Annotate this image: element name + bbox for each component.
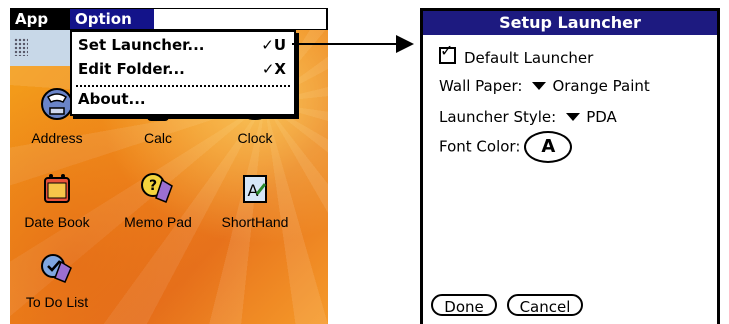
app-memopad[interactable]: ? Memo Pad	[113, 168, 203, 230]
svg-text:A: A	[248, 181, 259, 200]
menu-bar-empty	[154, 9, 328, 29]
dialog-title: Setup Launcher	[423, 11, 717, 35]
todo-icon	[41, 254, 72, 283]
app-datebook[interactable]: Date Book	[12, 168, 102, 230]
checkmark-icon: ✓	[440, 41, 454, 60]
datebook-icon	[44, 174, 70, 203]
grip-icon	[14, 38, 28, 56]
shortcut-edit-folder: ✓X	[261, 60, 286, 78]
app-label: Calc	[143, 130, 172, 146]
launcher-style-label: Launcher Style:	[439, 108, 557, 126]
launcher-style-value[interactable]: PDA	[586, 108, 617, 126]
app-label: Clock	[237, 130, 273, 146]
wallpaper-dropdown-arrow-icon[interactable]	[532, 82, 547, 90]
category-strip	[10, 30, 73, 66]
menu-separator	[76, 85, 290, 87]
svg-text:?: ?	[149, 178, 157, 194]
shorthand-icon: A	[243, 175, 267, 203]
done-button[interactable]: Done	[431, 294, 497, 316]
wallpaper-row: Wall Paper: Orange Paint	[439, 77, 650, 95]
shortcut-set-launcher: ✓U	[261, 36, 286, 54]
pointer-arrow-icon	[292, 35, 414, 53]
default-launcher-label: Default Launcher	[464, 49, 594, 67]
menu-app[interactable]: App	[10, 9, 70, 29]
cancel-button[interactable]: Cancel	[507, 294, 583, 316]
launcher-style-row: Launcher Style: PDA	[439, 108, 617, 126]
app-label: Address	[31, 130, 83, 146]
default-launcher-checkbox[interactable]: ✓	[439, 43, 456, 64]
menu-item-edit-folder[interactable]: Edit Folder...	[78, 60, 185, 78]
app-label: To Do List	[25, 294, 89, 310]
font-color-row: Font Color: A	[439, 131, 573, 163]
memopad-icon: ?	[141, 173, 173, 203]
menu-bar: App Option	[10, 8, 328, 30]
app-todo[interactable]: To Do List	[12, 248, 102, 310]
app-label: Date Book	[24, 214, 90, 230]
default-launcher-row[interactable]: ✓ Default Launcher	[439, 43, 594, 67]
menu-item-about[interactable]: About...	[78, 90, 146, 108]
wallpaper-value[interactable]: Orange Paint	[552, 77, 649, 95]
menu-item-set-launcher[interactable]: Set Launcher...	[78, 36, 205, 54]
launcher-style-dropdown-arrow-icon[interactable]	[566, 113, 581, 121]
app-label: Memo Pad	[124, 214, 192, 230]
launcher-screen: App Option Address Calc Clock Date Book …	[10, 8, 328, 324]
setup-launcher-dialog: Setup Launcher ✓ Default Launcher Wall Pa…	[420, 8, 720, 324]
app-label: ShortHand	[221, 214, 289, 230]
option-menu-dropdown: Set Launcher... ✓U Edit Folder... ✓X Abo…	[70, 30, 296, 116]
app-shorthand[interactable]: A ShortHand	[210, 168, 300, 230]
font-color-label: Font Color:	[439, 137, 521, 156]
font-color-button[interactable]: A	[524, 131, 573, 163]
wallpaper-label: Wall Paper:	[439, 77, 523, 95]
menu-option[interactable]: Option	[70, 9, 154, 29]
